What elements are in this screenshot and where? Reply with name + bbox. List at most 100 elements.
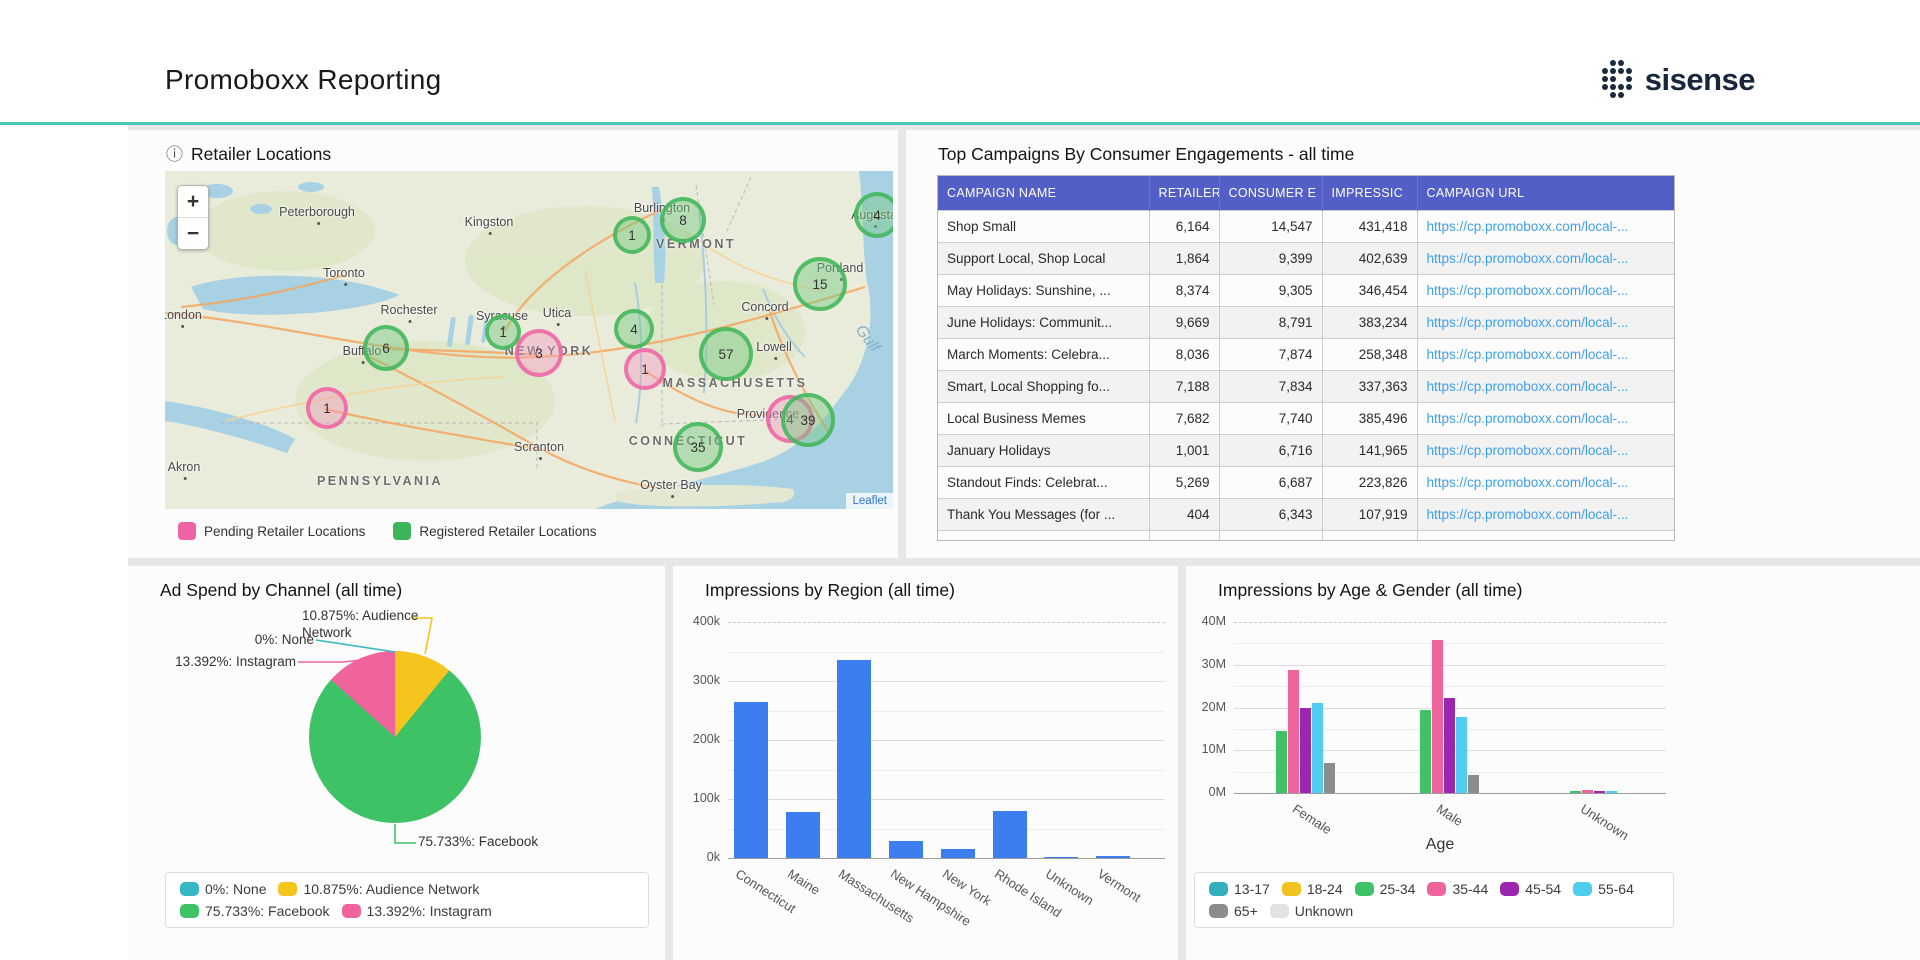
age-bar-Unknown-55-64[interactable] <box>1606 791 1617 793</box>
campaign-url-link[interactable]: https://cp.promoboxx.com/local-... <box>1427 379 1629 394</box>
age-bar-Unknown-25-34[interactable] <box>1570 791 1581 793</box>
region-bar-Maine[interactable] <box>786 812 820 858</box>
map-marker-registered[interactable]: 39 <box>781 393 835 447</box>
leaflet-map[interactable]: + − PeterboroughKingstonBurlingtonAugust… <box>165 171 893 509</box>
column-header[interactable]: CAMPAIGN NAME <box>938 176 1149 210</box>
legend-swatch <box>1209 882 1228 896</box>
y-axis-tick: 0k <box>676 850 720 864</box>
campaign-url-link[interactable]: https://cp.promoboxx.com/local-... <box>1427 315 1629 330</box>
age-bar-Male-65+[interactable] <box>1468 775 1479 793</box>
campaign-url-link[interactable]: https://cp.promoboxx.com/local-... <box>1427 475 1629 490</box>
map-marker-registered[interactable]: 4 <box>614 309 654 349</box>
age-legend-item[interactable]: 25-34 <box>1355 881 1416 897</box>
top-campaigns-title: Top Campaigns By Consumer Engagements - … <box>938 144 1354 165</box>
pie-legend-item[interactable]: 10.875%: Audience Network <box>278 881 479 897</box>
age-legend-item[interactable]: 35-44 <box>1427 881 1488 897</box>
region-bar-Massachusetts[interactable] <box>837 660 871 858</box>
map-city-label: Kingston <box>465 215 514 229</box>
column-header[interactable]: CAMPAIGN URL <box>1417 176 1674 210</box>
ad-spend-pie[interactable] <box>309 651 481 823</box>
region-bar-New York[interactable] <box>941 849 975 858</box>
impressions-cell: 383,234 <box>1322 306 1417 338</box>
age-legend-item[interactable]: 18-24 <box>1282 881 1343 897</box>
campaign-url-link[interactable]: https://cp.promoboxx.com/local-... <box>1427 539 1629 541</box>
map-zoom-in-button[interactable]: + <box>178 186 208 217</box>
age-bar-Male-35-44[interactable] <box>1432 640 1443 793</box>
logo-dot <box>1626 68 1632 74</box>
table-row: Thank You Messages (for ...4046,343107,9… <box>938 498 1674 530</box>
map-marker-registered[interactable]: 1 <box>613 216 651 254</box>
column-header[interactable]: RETAILER <box>1149 176 1219 210</box>
gridline <box>728 858 1165 859</box>
logo-dot <box>1626 76 1632 82</box>
region-bar-Unknown[interactable] <box>1044 857 1078 858</box>
campaign-url-link[interactable]: https://cp.promoboxx.com/local-... <box>1427 283 1629 298</box>
campaign-url-cell: https://cp.promoboxx.com/local-... <box>1417 498 1674 530</box>
map-zoom-out-button[interactable]: − <box>178 218 208 249</box>
y-axis-tick: 100k <box>676 791 720 805</box>
pie-legend-item[interactable]: 75.733%: Facebook <box>180 903 330 919</box>
age-bar-Unknown-45-54[interactable] <box>1594 791 1605 793</box>
age-legend-item[interactable]: 45-54 <box>1500 881 1561 897</box>
campaign-url-link[interactable]: https://cp.promoboxx.com/local-... <box>1427 219 1629 234</box>
impressions-cell: 385,496 <box>1322 402 1417 434</box>
region-bar-Connecticut[interactable] <box>734 702 768 858</box>
age-bar-Male-25-34[interactable] <box>1420 710 1431 793</box>
campaign-name-cell: March Moments: Celebra... <box>938 338 1149 370</box>
campaign-name-cell: Standout Finds: Celebrat... <box>938 466 1149 498</box>
region-bar-New Hampshire[interactable] <box>889 841 923 858</box>
campaigns-table-wrap[interactable]: CAMPAIGN NAMERETAILERCONSUMER EIMPRESSIC… <box>937 175 1675 541</box>
campaign-url-link[interactable]: https://cp.promoboxx.com/local-... <box>1427 251 1629 266</box>
map-legend-item: Registered Retailer Locations <box>393 522 596 540</box>
map-marker-pending[interactable]: 1 <box>306 387 348 429</box>
map-marker-registered[interactable]: 15 <box>793 257 847 311</box>
engagements-cell: 5,775 <box>1219 530 1322 541</box>
age-bar-Male-55-64[interactable] <box>1456 717 1467 793</box>
gridline-minor <box>728 711 1165 712</box>
engagements-cell: 6,716 <box>1219 434 1322 466</box>
legend-label: Unknown <box>1295 903 1353 919</box>
pie-legend-item[interactable]: 0%: None <box>180 881 266 897</box>
pie-callout-label: 0%: None <box>188 632 314 649</box>
region-bar-Rhode Island[interactable] <box>993 811 1027 858</box>
column-header[interactable]: IMPRESSIC <box>1322 176 1417 210</box>
campaign-url-link[interactable]: https://cp.promoboxx.com/local-... <box>1427 507 1629 522</box>
map-marker-registered[interactable]: 57 <box>699 327 753 381</box>
pie-legend-item[interactable]: 13.392%: Instagram <box>342 903 492 919</box>
map-marker-registered[interactable]: 4 <box>854 192 893 238</box>
map-marker-pending[interactable]: 1 <box>624 348 666 390</box>
map-city-label: Concord <box>741 300 788 314</box>
age-legend-item[interactable]: Unknown <box>1270 903 1353 919</box>
age-bar-Female-35-44[interactable] <box>1288 670 1299 793</box>
campaign-url-link[interactable]: https://cp.promoboxx.com/local-... <box>1427 443 1629 458</box>
engagements-cell: 6,343 <box>1219 498 1322 530</box>
map-marker-pending[interactable]: 3 <box>515 329 563 377</box>
gridline <box>728 740 1165 741</box>
age-bar-Female-65+[interactable] <box>1324 763 1335 793</box>
age-bar-Male-45-54[interactable] <box>1444 698 1455 793</box>
campaign-url-link[interactable]: https://cp.promoboxx.com/local-... <box>1427 411 1629 426</box>
campaign-name-cell: January Holidays <box>938 434 1149 466</box>
age-bar-Female-55-64[interactable] <box>1312 703 1323 793</box>
campaign-url-link[interactable]: https://cp.promoboxx.com/local-... <box>1427 347 1629 362</box>
map-marker-registered[interactable]: 35 <box>673 422 723 472</box>
age-legend-item[interactable]: 55-64 <box>1573 881 1634 897</box>
age-bar-Unknown-35-44[interactable] <box>1582 790 1593 793</box>
y-axis-tick: 10M <box>1182 742 1226 756</box>
leaflet-link[interactable]: Leaflet <box>852 495 887 507</box>
column-header[interactable]: CONSUMER E <box>1219 176 1322 210</box>
map-marker-registered[interactable]: 8 <box>660 197 706 243</box>
info-icon[interactable]: ⓘ <box>166 146 183 163</box>
age-bar-Female-25-34[interactable] <box>1276 731 1287 793</box>
age-legend-item[interactable]: 13-17 <box>1209 881 1270 897</box>
age-legend-item[interactable]: 65+ <box>1209 903 1258 919</box>
retailers-cell: 1,001 <box>1149 434 1219 466</box>
region-bar-Vermont[interactable] <box>1096 856 1130 858</box>
campaign-name-cell: November Holidays <box>938 530 1149 541</box>
age-bar-Female-45-54[interactable] <box>1300 708 1311 794</box>
retailers-cell: 5,269 <box>1149 466 1219 498</box>
map-marker-registered[interactable]: 6 <box>363 325 409 371</box>
dashboard-content: ⓘ Retailer Locations <box>128 125 1920 960</box>
map-city-label: Rochester <box>381 303 438 317</box>
impressions-cell: 346,454 <box>1322 274 1417 306</box>
